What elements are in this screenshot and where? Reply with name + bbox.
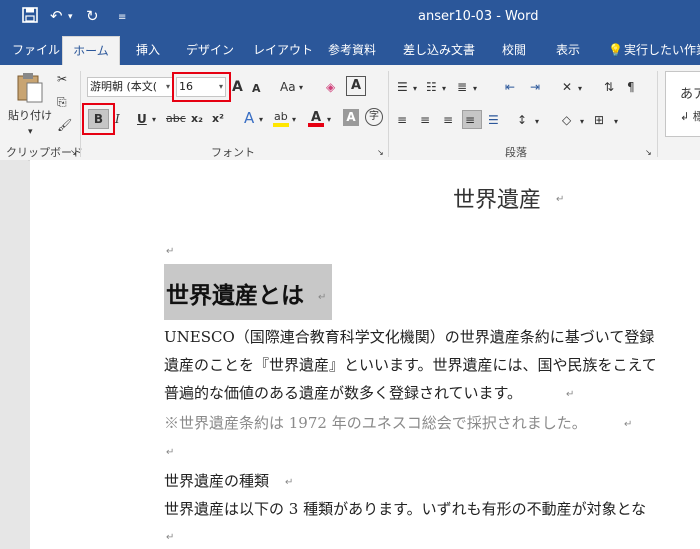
tab-file[interactable]: ファイル [12, 36, 60, 65]
document-page[interactable]: 世界遺産 ↵ ↵ 世界遺産とは ↵ UNESCO（国際連合教育科学文化機関）の世… [30, 160, 700, 549]
svg-text:ab: ab [274, 110, 288, 123]
align-center-icon[interactable]: ≡ [420, 111, 430, 129]
note-line: ※世界遺産条約は 1972 年のユネスコ総会で採択されました。 [164, 414, 587, 432]
body-line-4: 世界遺産は以下の 3 種類があります。いずれも有形の不動産が対象とな [164, 500, 647, 518]
tab-review[interactable]: 校閲 [502, 36, 526, 65]
tab-design[interactable]: デザイン [186, 36, 234, 65]
font-name-value: 游明朝 (本文( [90, 80, 158, 93]
character-shading-icon[interactable]: A [343, 109, 359, 126]
cut-icon[interactable]: ✂ [57, 70, 67, 88]
strikethrough-button[interactable]: abc [166, 110, 186, 128]
customize-qat-icon[interactable]: ≡ [118, 12, 126, 23]
show-marks-icon[interactable]: ¶ [627, 78, 635, 96]
asian-layout-icon[interactable]: ✕ [562, 78, 572, 96]
tab-home[interactable]: ホーム [62, 36, 120, 65]
increase-indent-icon[interactable]: ⇥ [530, 78, 540, 96]
decrease-indent-icon[interactable]: ⇤ [505, 78, 515, 96]
tab-layout[interactable]: レイアウト [253, 36, 313, 65]
paste-dropdown-icon[interactable]: ▾ [28, 123, 33, 141]
paragraph-group-label: 段落 [505, 146, 527, 159]
underline-button[interactable]: U [137, 110, 147, 128]
multilevel-dropdown-icon[interactable]: ▾ [473, 80, 477, 98]
lightbulb-icon: 💡 [608, 43, 623, 57]
paragraph-mark: ↵ [166, 246, 175, 257]
italic-button[interactable]: I [115, 110, 120, 128]
font-name-combo[interactable]: 游明朝 (本文( ▾ [87, 77, 173, 97]
text-effects-dropdown-icon[interactable]: ▾ [259, 111, 263, 129]
paragraph-mark: ↵ [556, 194, 565, 205]
font-size-highlight-box [172, 72, 231, 102]
subscript-button[interactable]: x₂ [191, 110, 203, 128]
paragraph-mark: ↵ [318, 292, 327, 303]
document-left-margin [0, 160, 28, 549]
paragraph-mark: ↵ [166, 532, 175, 543]
highlight-color-icon[interactable]: ab [272, 108, 290, 128]
undo-dropdown-icon[interactable]: ▾ [68, 12, 73, 22]
title-bar: ↶ ▾ ↻ ≡ anser10-03 - Word [0, 0, 700, 36]
paragraph-mark: ↵ [624, 419, 633, 430]
copy-icon[interactable]: ⎘ [57, 93, 67, 111]
line-spacing-dropdown-icon[interactable]: ▾ [535, 113, 539, 131]
font-group-label: フォント [211, 146, 255, 159]
bold-highlight-box [82, 103, 115, 135]
tell-me-box[interactable]: 実行したい作業 [624, 36, 700, 65]
change-case-button[interactable]: Aa [280, 78, 296, 96]
shrink-font-icon[interactable]: A [252, 80, 261, 98]
style-name-text: ↲ 標 [680, 110, 700, 123]
undo-icon[interactable]: ↶ [50, 7, 63, 25]
line-spacing-icon[interactable]: ↕ [517, 111, 527, 129]
format-painter-icon[interactable]: 🖌 [57, 116, 72, 134]
tab-insert[interactable]: 挿入 [136, 36, 160, 65]
font-name-dropdown-icon[interactable]: ▾ [166, 78, 170, 96]
body-line-3: 普遍的な価値のある遺産が数多く登録されています。 [164, 384, 523, 402]
bullets-icon[interactable]: ☰ [397, 78, 408, 96]
font-color-dropdown-icon[interactable]: ▾ [327, 111, 331, 129]
highlight-dropdown-icon[interactable]: ▾ [292, 111, 296, 129]
asian-layout-dropdown-icon[interactable]: ▾ [578, 80, 582, 98]
multilevel-list-icon[interactable]: ≣ [457, 78, 467, 96]
shading-icon[interactable]: ◇ [562, 111, 571, 129]
underline-dropdown-icon[interactable]: ▾ [152, 111, 156, 129]
paste-icon[interactable] [14, 71, 46, 105]
tab-references[interactable]: 参考資料 [328, 36, 376, 65]
text-effects-icon[interactable]: A [244, 109, 254, 127]
subsection-heading: 世界遺産の種類 [164, 472, 270, 490]
ribbon-tabs: ファイル ホーム 挿入 デザイン レイアウト 参考資料 差し込み文書 校閲 表示… [0, 36, 700, 65]
redo-icon[interactable]: ↻ [86, 7, 99, 25]
shading-dropdown-icon[interactable]: ▾ [580, 113, 584, 131]
numbering-dropdown-icon[interactable]: ▾ [442, 80, 446, 98]
tab-mailings[interactable]: 差し込み文書 [403, 36, 475, 65]
paragraph-mark: ↵ [285, 477, 294, 488]
distributed-icon[interactable]: ☰ [488, 111, 499, 129]
enclose-characters-icon[interactable]: 字 [365, 108, 383, 126]
superscript-button[interactable]: x² [212, 110, 224, 128]
change-case-dropdown-icon[interactable]: ▾ [299, 79, 303, 97]
numbering-icon[interactable]: ☷ [426, 78, 437, 96]
sort-icon[interactable]: ⇅ [604, 78, 614, 96]
tab-view[interactable]: 表示 [556, 36, 580, 65]
paragraph-mark: ↵ [566, 389, 575, 400]
borders-dropdown-icon[interactable]: ▾ [614, 113, 618, 131]
character-border-icon[interactable]: A [346, 76, 366, 96]
body-line-1: UNESCO（国際連合教育科学文化機関）の世界遺産条約に基づいて登録 [164, 328, 655, 346]
document-title: 世界遺産 [453, 188, 542, 213]
borders-icon[interactable]: ⊞ [594, 111, 604, 129]
section-heading: 世界遺産とは [166, 282, 304, 309]
align-left-icon[interactable]: ≡ [397, 111, 407, 129]
paragraph-mark: ↵ [166, 447, 175, 458]
style-preview-text: あア [680, 87, 700, 102]
justify-icon[interactable]: ≡ [465, 111, 475, 129]
clear-formatting-icon[interactable]: ◈ [326, 78, 335, 96]
style-gallery-item[interactable]: あア ↲ 標 [665, 71, 700, 137]
grow-font-icon[interactable]: A [232, 78, 243, 96]
window-title: anser10-03 - Word [418, 9, 539, 24]
save-icon[interactable] [22, 7, 38, 27]
font-color-icon[interactable]: A [307, 108, 325, 128]
svg-text:A: A [311, 110, 321, 125]
bullets-dropdown-icon[interactable]: ▾ [413, 80, 417, 98]
ribbon: 貼り付け ▾ ✂ ⎘ 🖌 クリップボード ↘ 游明朝 (本文( ▾ 16 ▾ A… [0, 65, 700, 161]
align-right-icon[interactable]: ≡ [443, 111, 453, 129]
body-line-2: 遺産のことを『世界遺産』といいます。世界遺産には、国や民族をこえて [164, 356, 657, 374]
